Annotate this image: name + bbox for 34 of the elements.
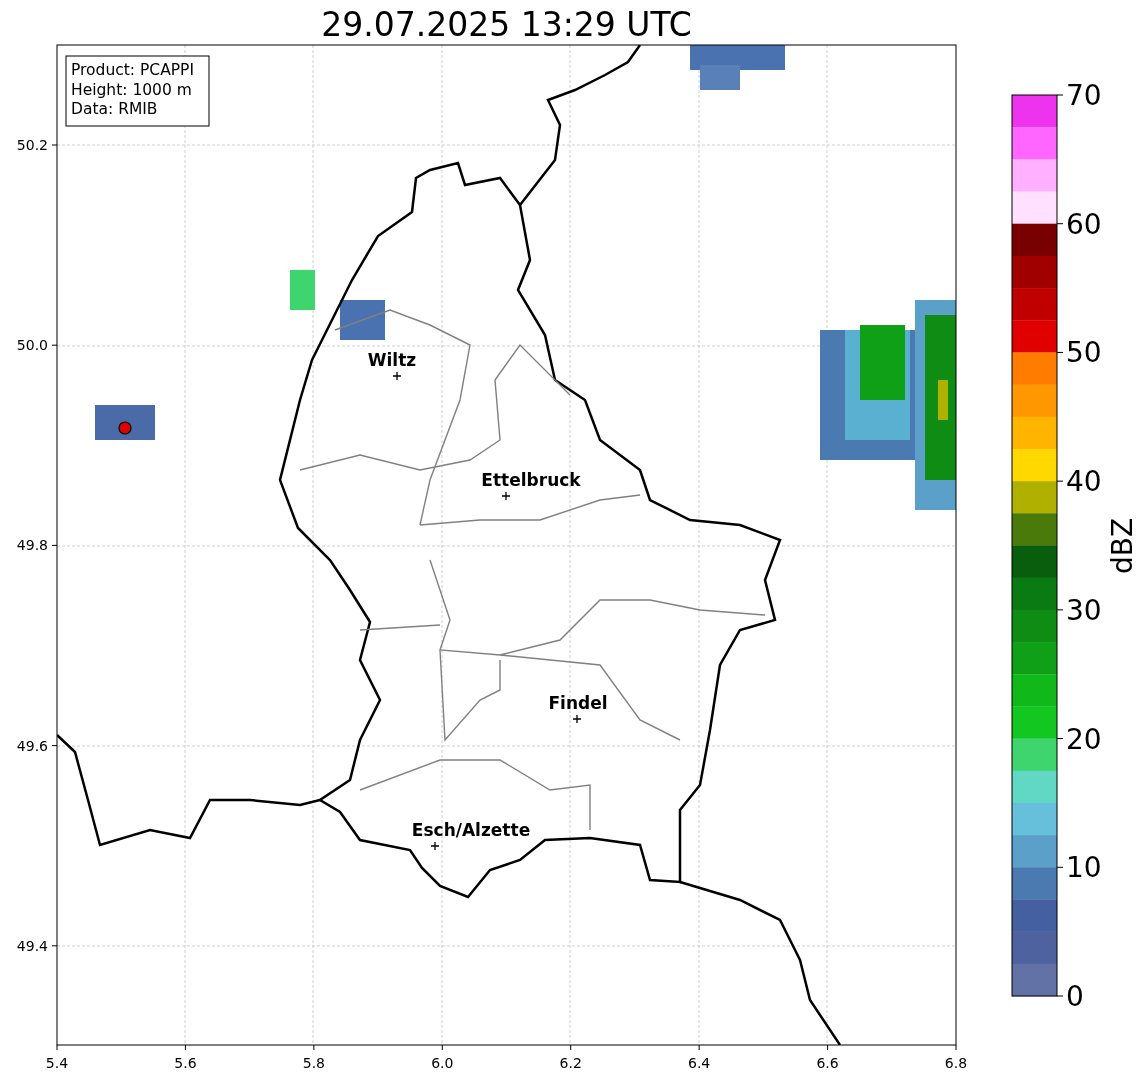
place-label: Esch/Alzette bbox=[411, 820, 531, 840]
place-label: Wiltz bbox=[367, 350, 417, 370]
chart-title: 29.07.2025 13:29 UTC bbox=[321, 5, 692, 44]
x-tick-label: 6.2 bbox=[559, 1055, 582, 1071]
colorbar-tick-label: 70 bbox=[1066, 79, 1102, 112]
colorbar-tick-label: 30 bbox=[1066, 593, 1102, 627]
colorbar-tick-label: 10 bbox=[1066, 851, 1102, 885]
x-tick-label: 5.8 bbox=[302, 1055, 325, 1071]
x-tick-label: 6.6 bbox=[816, 1055, 839, 1071]
x-tick-label: 5.6 bbox=[174, 1055, 197, 1071]
plus-marker-icon bbox=[430, 841, 440, 851]
y-tick-label: 50.0 bbox=[16, 337, 48, 354]
colorbar-tick-label: 60 bbox=[1066, 207, 1102, 241]
info-text: Product: PCAPPI bbox=[71, 61, 195, 79]
info-text: Height: 1000 m bbox=[71, 80, 192, 99]
x-tick-label: 6.0 bbox=[431, 1055, 454, 1071]
place-label: Findel bbox=[548, 693, 608, 713]
colorbar-label: dBZ bbox=[1106, 517, 1139, 575]
colorbar-tick-label: 0 bbox=[1066, 980, 1084, 1013]
colorbar-tick-label: 20 bbox=[1066, 722, 1102, 756]
y-tick-label: 49.6 bbox=[16, 737, 48, 754]
plus-marker-icon bbox=[501, 491, 511, 501]
info-text: Data: RMIB bbox=[71, 100, 158, 118]
y-tick-label: 49.8 bbox=[16, 537, 48, 554]
plus-marker-icon bbox=[392, 371, 402, 381]
place-label: Ettelbruck bbox=[481, 470, 581, 490]
x-tick-label: 6.4 bbox=[688, 1055, 711, 1071]
x-tick-label: 6.8 bbox=[944, 1055, 968, 1071]
y-tick-label: 50.2 bbox=[16, 137, 48, 153]
plus-marker-icon bbox=[572, 714, 582, 724]
x-tick-label: 5.4 bbox=[45, 1055, 69, 1071]
colorbar-tick-label: 40 bbox=[1066, 465, 1102, 499]
colorbar-tick-label: 50 bbox=[1066, 336, 1102, 370]
y-tick-label: 49.4 bbox=[16, 937, 48, 954]
